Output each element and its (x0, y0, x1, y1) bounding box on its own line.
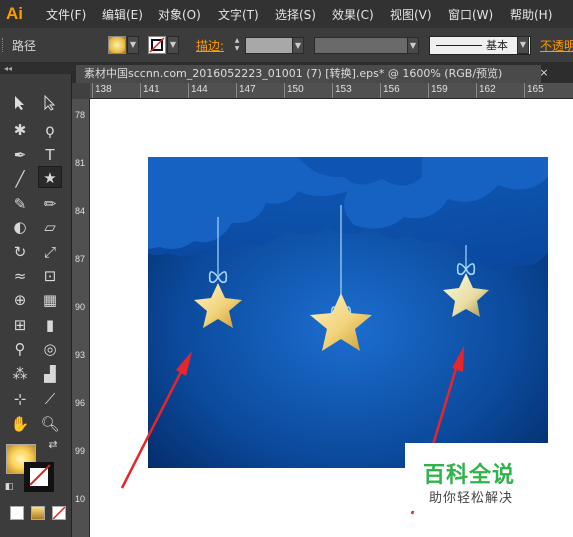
watermark-title: 百科全说 (423, 463, 516, 488)
watermark-box: 百科全说 助你轻松解决 (405, 443, 551, 511)
red-arrow-left (120, 351, 192, 489)
watermark-subtitle: 助你轻松解决 (429, 491, 514, 506)
